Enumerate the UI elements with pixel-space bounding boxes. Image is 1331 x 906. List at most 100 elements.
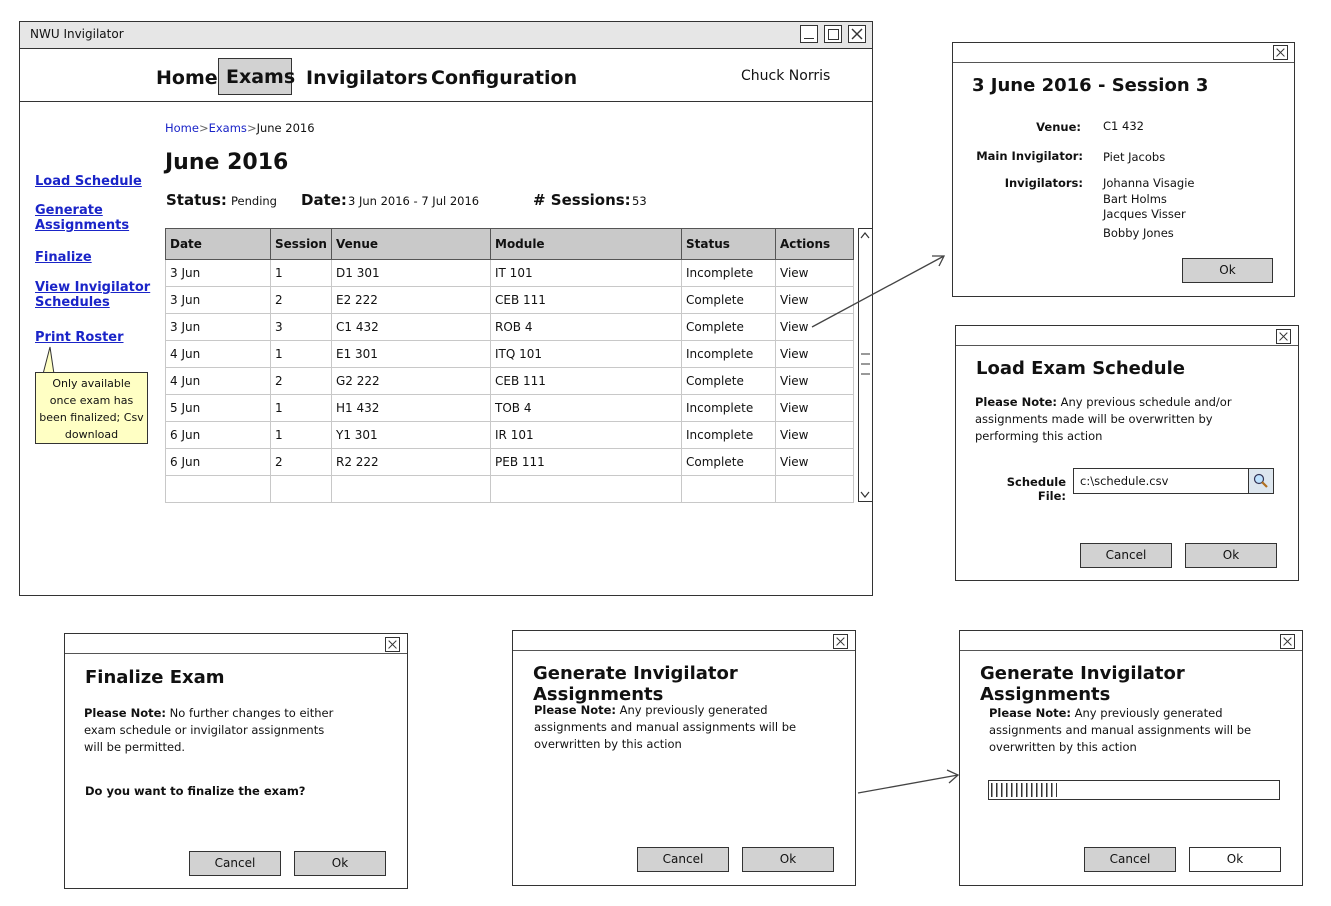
view-link[interactable]: View — [775, 367, 854, 395]
sessions-table: Date Session Venue Module Status Actions… — [165, 228, 854, 503]
nav-configuration[interactable]: Configuration — [431, 67, 577, 89]
close-icon[interactable] — [1280, 634, 1295, 649]
sidebar-load-schedule[interactable]: Load Schedule — [35, 174, 142, 189]
generate-dialog: Generate Invigilator Assignments Please … — [512, 630, 856, 886]
cell-date: 3 Jun — [165, 313, 271, 341]
view-link[interactable]: View — [775, 421, 854, 449]
generate-progress-dialog: Generate Invigilator Assignments Please … — [959, 630, 1303, 886]
note-line: Any previous schedule and/or — [1057, 395, 1232, 409]
sessions-label: # Sessions: — [533, 191, 631, 209]
maximize-button[interactable] — [824, 25, 842, 43]
ok-button[interactable]: Ok — [1189, 847, 1281, 872]
breadcrumb-current: June 2016 — [256, 121, 315, 135]
view-link[interactable]: View — [775, 259, 854, 287]
table-row[interactable]: 6 Jun 2 R2 222 PEB 111 Complete View — [165, 448, 854, 476]
cell-module: PEB 111 — [490, 448, 682, 476]
progress-bar — [988, 780, 1280, 800]
note-label: Please Note: — [989, 706, 1071, 720]
ok-button[interactable]: Ok — [294, 851, 386, 876]
note-line: assignments and manual assignments will … — [989, 723, 1252, 737]
col-status[interactable]: Status — [681, 228, 776, 260]
col-module[interactable]: Module — [490, 228, 682, 260]
table-row[interactable]: 4 Jun 2 G2 222 CEB 111 Complete View — [165, 367, 854, 395]
ok-button[interactable]: Ok — [1185, 543, 1277, 568]
schedule-file-input[interactable]: c:\schedule.csv — [1073, 468, 1274, 494]
close-icon[interactable] — [833, 634, 848, 649]
col-date[interactable]: Date — [165, 228, 271, 260]
venue-label: Venue: — [1036, 120, 1081, 134]
cell-venue: R2 222 — [331, 448, 491, 476]
table-row[interactable]: 6 Jun 1 Y1 301 IR 101 Incomplete View — [165, 421, 854, 449]
load-schedule-dialog: Load Exam Schedule Please Note: Any prev… — [955, 325, 1299, 581]
empty-cell — [165, 475, 271, 503]
cell-date: 3 Jun — [165, 259, 271, 287]
cell-session: 1 — [270, 259, 332, 287]
nav-home[interactable]: Home — [156, 67, 218, 89]
main-invigilator-label: Main Invigilator: — [976, 149, 1083, 163]
user-name[interactable]: Chuck Norris — [741, 68, 830, 84]
sidebar-print-roster[interactable]: Print Roster — [35, 330, 124, 345]
dialog-title: 3 June 2016 - Session 3 — [972, 75, 1209, 96]
empty-cell — [681, 475, 776, 503]
sidebar-generate-assignments[interactable]: Generate Assignments — [35, 203, 129, 233]
minimize-button[interactable] — [800, 25, 818, 43]
table-row[interactable]: 3 Jun 1 D1 301 IT 101 Incomplete View — [165, 259, 854, 287]
table-row[interactable]: 3 Jun 2 E2 222 CEB 111 Complete View — [165, 286, 854, 314]
table-row[interactable]: 3 Jun 3 C1 432 ROB 4 Complete View — [165, 313, 854, 341]
cancel-button[interactable]: Cancel — [189, 851, 281, 876]
cell-status: Incomplete — [681, 340, 776, 368]
page-title: June 2016 — [165, 150, 289, 175]
breadcrumb-exams[interactable]: Exams — [209, 121, 247, 135]
col-actions[interactable]: Actions — [775, 228, 854, 260]
view-link[interactable]: View — [775, 448, 854, 476]
view-link[interactable]: View — [775, 286, 854, 314]
close-icon[interactable] — [385, 637, 400, 652]
view-link[interactable]: View — [775, 340, 854, 368]
browse-button[interactable] — [1248, 469, 1273, 493]
sidebar-finalize[interactable]: Finalize — [35, 250, 92, 265]
sidebar-view-invigilator-schedules[interactable]: View Invigilator Schedules — [35, 280, 155, 310]
nav-exams[interactable]: Exams — [226, 66, 295, 88]
dialog-title-divider — [953, 62, 1294, 63]
dialog-note: Please Note: Any previous schedule and/o… — [975, 394, 1285, 445]
cell-module: CEB 111 — [490, 286, 682, 314]
cell-status: Complete — [681, 367, 776, 395]
dialog-title: Generate Invigilator Assignments — [980, 663, 1185, 705]
ok-button[interactable]: Ok — [1182, 258, 1273, 283]
table-scrollbar[interactable] — [858, 228, 873, 502]
view-link[interactable]: View — [775, 313, 854, 341]
breadcrumb-home[interactable]: Home — [165, 121, 199, 135]
table-row[interactable]: 5 Jun 1 H1 432 TOB 4 Incomplete View — [165, 394, 854, 422]
cancel-button[interactable]: Cancel — [1084, 847, 1176, 872]
cell-date: 6 Jun — [165, 448, 271, 476]
breadcrumb: Home>Exams>June 2016 — [165, 121, 315, 135]
ok-button[interactable]: Ok — [742, 847, 834, 872]
file-path-text: c:\schedule.csv — [1080, 474, 1169, 488]
table-row[interactable]: 4 Jun 1 E1 301 ITQ 101 Incomplete View — [165, 340, 854, 368]
note-line: will be permitted. — [84, 740, 186, 754]
close-button[interactable] — [848, 25, 866, 43]
cell-venue: Y1 301 — [331, 421, 491, 449]
col-session[interactable]: Session — [270, 228, 332, 260]
close-icon[interactable] — [1273, 45, 1288, 60]
cell-module: CEB 111 — [490, 367, 682, 395]
cancel-button[interactable]: Cancel — [637, 847, 729, 872]
nav-invigilators[interactable]: Invigilators — [306, 67, 428, 89]
view-link[interactable]: View — [775, 394, 854, 422]
dialog-title-divider — [956, 345, 1298, 346]
col-venue[interactable]: Venue — [331, 228, 491, 260]
date-value: 3 Jun 2016 - 7 Jul 2016 — [348, 194, 480, 208]
note-line: performing this action — [975, 429, 1103, 443]
empty-cell — [775, 475, 854, 503]
close-icon[interactable] — [1276, 329, 1291, 344]
cell-module: IT 101 — [490, 259, 682, 287]
cell-date: 4 Jun — [165, 367, 271, 395]
note-label: Please Note: — [534, 703, 616, 717]
cell-venue: E2 222 — [331, 286, 491, 314]
cell-venue: C1 432 — [331, 313, 491, 341]
cell-module: TOB 4 — [490, 394, 682, 422]
status-label: Status: — [166, 191, 227, 209]
cell-venue: D1 301 — [331, 259, 491, 287]
table-row-empty — [165, 475, 854, 503]
cancel-button[interactable]: Cancel — [1080, 543, 1172, 568]
